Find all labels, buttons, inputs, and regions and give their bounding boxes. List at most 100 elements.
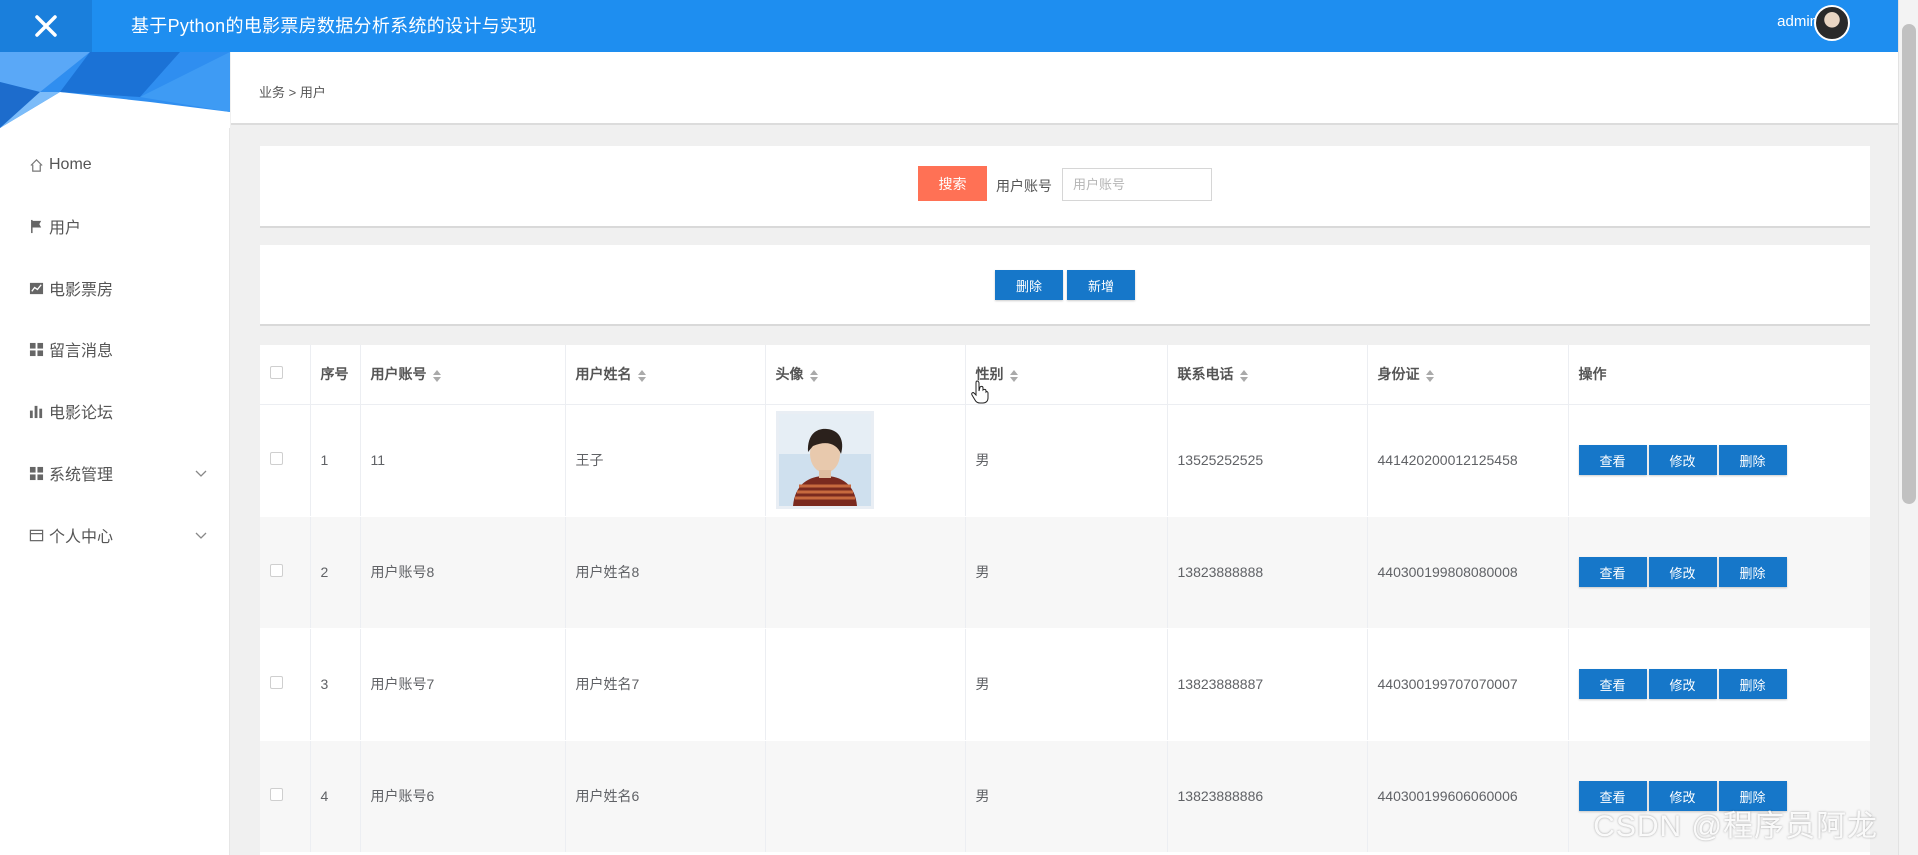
sidebar-item-label: 用户: [49, 220, 82, 237]
edit-button[interactable]: 修改: [1648, 669, 1717, 699]
row-select-cell: [260, 740, 311, 853]
row-select-cell: [260, 516, 311, 629]
app-title: 基于Python的电影票房数据分析系统的设计与实现: [131, 16, 537, 36]
select-all-checkbox[interactable]: [270, 366, 283, 380]
card-icon: [28, 527, 45, 544]
close-menu-button[interactable]: [0, 0, 92, 52]
cell-id-card: 441420200012125458: [1367, 404, 1569, 517]
row-select-cell: [260, 404, 311, 517]
table-row: 1 11 王子 男 13525252525 441420200012125458…: [260, 404, 1870, 517]
sidebar-item-messages[interactable]: 留言消息: [0, 329, 230, 369]
sidebar-item-label: 电影论坛: [49, 405, 114, 422]
cell-id-card: 440300199707070007: [1367, 628, 1569, 741]
select-all-cell: [260, 345, 311, 405]
column-header-account[interactable]: 用户账号: [360, 345, 566, 405]
cell-index: 2: [310, 516, 361, 629]
sidebar-item-box-office[interactable]: 电影票房: [0, 268, 230, 308]
cell-index: 4: [310, 740, 361, 853]
sidebar-item-label: 个人中心: [49, 529, 114, 546]
sort-icon[interactable]: [637, 369, 646, 382]
grid-icon: [28, 465, 45, 482]
watermark: CSDN @程序员阿龙: [1593, 810, 1878, 843]
cell-id-card: 440300199606060006: [1367, 740, 1569, 853]
cell-index: 1: [310, 404, 361, 517]
cell-actions: 查看 修改 删除: [1568, 404, 1870, 517]
sidebar-item-home[interactable]: Home: [0, 145, 230, 185]
row-checkbox[interactable]: [270, 676, 283, 689]
batch-delete-button[interactable]: 删除: [995, 270, 1063, 300]
sidebar-item-label: 电影票房: [49, 282, 114, 299]
sort-icon[interactable]: [809, 369, 818, 382]
column-header-phone[interactable]: 联系电话: [1167, 345, 1368, 405]
sidebar-item-users[interactable]: 用户: [0, 206, 230, 246]
bar-chart-icon: [28, 403, 45, 420]
row-checkbox[interactable]: [270, 564, 283, 577]
sidebar-item-label: 系统管理: [49, 467, 114, 484]
chevron-down-icon: [195, 470, 207, 477]
chart-icon: [28, 280, 45, 297]
row-checkbox[interactable]: [270, 788, 283, 801]
chevron-down-icon: [195, 532, 207, 539]
cell-avatar: [765, 628, 966, 741]
search-field-label: 用户账号: [996, 178, 1052, 194]
cell-account: 用户账号7: [360, 628, 566, 741]
breadcrumb-bar: 业务 > 用户: [231, 52, 1898, 125]
cell-avatar: [765, 740, 966, 853]
row-select-cell: [260, 628, 311, 741]
cell-phone: 13525252525: [1167, 404, 1368, 517]
add-button[interactable]: 新增: [1067, 270, 1135, 300]
cell-gender: 男: [965, 628, 1168, 741]
cell-gender: 男: [965, 404, 1168, 517]
cell-avatar: [765, 516, 966, 629]
grid-icon: [28, 341, 45, 358]
page-scrollbar[interactable]: [1898, 0, 1918, 855]
cell-gender: 男: [965, 740, 1168, 853]
column-header-id-card[interactable]: 身份证: [1367, 345, 1569, 405]
sidebar: Home 用户 电影票房 留言消息 电影论坛 系统管理 个人中心: [0, 52, 230, 855]
top-navbar: 基于Python的电影票房数据分析系统的设计与实现 admin: [0, 0, 1898, 52]
user-avatar[interactable]: [1814, 5, 1850, 41]
edit-button[interactable]: 修改: [1648, 445, 1717, 475]
search-input[interactable]: [1062, 168, 1212, 201]
cell-phone: 13823888886: [1167, 740, 1368, 853]
sidebar-item-label: Home: [49, 156, 92, 173]
cell-name: 用户姓名8: [565, 516, 766, 629]
row-checkbox[interactable]: [270, 452, 283, 465]
flag-icon: [28, 218, 45, 235]
cell-phone: 13823888887: [1167, 628, 1368, 741]
column-header-avatar[interactable]: 头像: [765, 345, 966, 405]
cell-account: 11: [360, 404, 566, 517]
close-icon: [35, 15, 57, 37]
column-header-index: 序号: [310, 345, 361, 405]
sort-icon[interactable]: [1009, 369, 1018, 382]
delete-button[interactable]: 删除: [1718, 445, 1787, 475]
sort-icon[interactable]: [432, 369, 441, 382]
sidebar-banner: [0, 52, 230, 128]
delete-button[interactable]: 删除: [1718, 557, 1787, 587]
column-header-actions: 操作: [1568, 345, 1870, 405]
sidebar-item-system[interactable]: 系统管理: [0, 453, 230, 493]
user-name[interactable]: admin: [1777, 13, 1818, 30]
view-button[interactable]: 查看: [1578, 669, 1647, 699]
cell-name: 王子: [565, 404, 766, 517]
delete-button[interactable]: 删除: [1718, 669, 1787, 699]
view-button[interactable]: 查看: [1578, 557, 1647, 587]
sidebar-item-profile[interactable]: 个人中心: [0, 515, 230, 555]
column-header-name[interactable]: 用户姓名: [565, 345, 766, 405]
scrollbar-thumb[interactable]: [1902, 24, 1916, 504]
view-button[interactable]: 查看: [1578, 445, 1647, 475]
column-header-gender[interactable]: 性别: [965, 345, 1168, 405]
hand-cursor-icon: [971, 380, 989, 404]
user-table: 序号 用户账号 用户姓名 头像 性别 联系电话 身份证 操作 1 11 王子 男…: [260, 345, 1870, 855]
search-button[interactable]: 搜索: [918, 166, 987, 201]
table-row: 3 用户账号7 用户姓名7 男 13823888887 440300199707…: [260, 628, 1870, 741]
cell-account: 用户账号8: [360, 516, 566, 629]
sort-icon[interactable]: [1239, 369, 1248, 382]
cell-index: 3: [310, 628, 361, 741]
sidebar-item-forum[interactable]: 电影论坛: [0, 391, 230, 431]
edit-button[interactable]: 修改: [1648, 557, 1717, 587]
cell-avatar: [765, 404, 966, 517]
breadcrumb: 业务 > 用户: [259, 85, 326, 100]
user-avatar-image: [775, 411, 874, 509]
sort-icon[interactable]: [1425, 369, 1434, 382]
